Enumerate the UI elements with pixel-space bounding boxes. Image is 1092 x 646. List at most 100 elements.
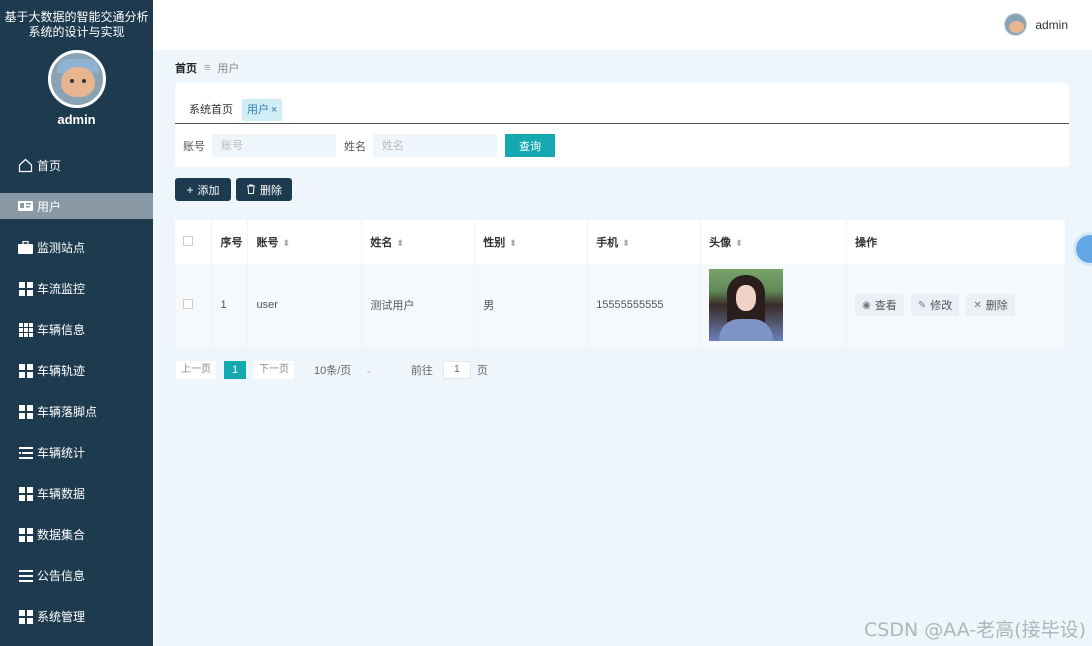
sort-icon[interactable]: ⬍ <box>735 238 743 248</box>
grid-icon <box>18 486 33 501</box>
next-page-button[interactable]: 下一页 <box>254 361 294 379</box>
chevron-down-icon: ⌄ <box>365 364 373 375</box>
watermark: CSDN @AA-老高(接毕设) <box>864 619 1086 641</box>
edit-button[interactable]: ✎ 修改 <box>910 294 960 316</box>
sidebar-item-label: 车流监控 <box>37 282 86 296</box>
table-row: 1 user 测试用户 男 15555555555 ◉ 查看 ✎ 修改 ✕ 删除 <box>175 264 1066 346</box>
breadcrumb: 首页 ≡ 用户 <box>175 60 239 76</box>
view-button-label: 查看 <box>874 300 897 312</box>
floating-action-button[interactable] <box>1073 232 1092 266</box>
close-icon: ✕ <box>973 299 982 311</box>
sidebar-item-label: 车辆信息 <box>37 323 86 337</box>
avatar-body <box>719 319 774 341</box>
column-header-account[interactable]: 账号 ⬍ <box>247 220 363 264</box>
sidebar-item-vehicle-stops[interactable]: 车辆落脚点 <box>0 391 153 432</box>
name-label: 姓名 <box>344 140 366 153</box>
sidebar-item-notices[interactable]: 公告信息 <box>0 555 153 596</box>
select-all-checkbox[interactable] <box>183 235 193 246</box>
sidebar-item-label: 系统管理 <box>37 610 86 624</box>
sort-icon[interactable]: ⬍ <box>622 238 630 248</box>
avatar-face <box>60 67 95 97</box>
page-size-select[interactable]: 10条/页 ⌄ <box>314 362 373 378</box>
tab-label: 用户 <box>247 104 269 116</box>
delete-row-button[interactable]: ✕ 删除 <box>966 294 1015 316</box>
eye-icon: ◉ <box>862 299 871 311</box>
cell-avatar <box>700 264 848 346</box>
user-menu[interactable]: admin <box>1004 13 1068 36</box>
cell-name: 测试用户 <box>361 264 476 346</box>
column-header-index: 序号 <box>211 220 249 264</box>
sidebar-item-stations[interactable]: 监测站点 <box>0 227 153 268</box>
name-search-input[interactable] <box>373 134 497 157</box>
search-card: 系统首页 用户× 账号 姓名 查询 <box>175 83 1069 167</box>
top-username: admin <box>1035 17 1068 32</box>
sidebar-item-users[interactable]: 用户 <box>0 193 153 219</box>
sidebar-item-dataset[interactable]: 数据集合 <box>0 514 153 555</box>
grid-icon <box>18 363 33 378</box>
system-title: 基于大数据的智能交通分析系统的设计与实现 <box>4 10 149 39</box>
breadcrumb-separator-icon: ≡ <box>204 62 211 74</box>
menu-icon <box>18 568 33 583</box>
sidebar-item-vehicle-track[interactable]: 车辆轨迹 <box>0 350 153 391</box>
account-search-input[interactable] <box>212 134 336 157</box>
id-card-icon <box>18 199 33 214</box>
sidebar-item-label: 用户 <box>37 199 62 214</box>
grid-9-icon <box>18 322 33 337</box>
sidebar-item-system[interactable]: 系统管理 <box>0 596 153 637</box>
tab-label: 系统首页 <box>189 104 233 116</box>
close-icon[interactable]: × <box>271 104 277 116</box>
search-row: 账号 姓名 查询 <box>183 134 555 157</box>
batch-delete-button[interactable]: 删除 <box>236 178 292 201</box>
sidebar-item-vehicle-stats[interactable]: 车辆统计 <box>0 432 153 473</box>
cell-gender: 男 <box>474 264 589 346</box>
sidebar-item-home[interactable]: 首页 <box>0 145 153 186</box>
sidebar-menu: 首页 用户 监测站点 车流监控 车辆信息 车辆轨迹 车辆落脚点 车辆统计 车辆数… <box>0 145 153 637</box>
sidebar-item-label: 监测站点 <box>37 241 86 255</box>
cell-phone: 15555555555 <box>587 264 702 346</box>
tab-users[interactable]: 用户 × <box>242 99 283 121</box>
avatar[interactable] <box>47 50 106 108</box>
sidebar-item-vehicle-data[interactable]: 车辆数据 <box>0 473 153 514</box>
prev-page-button[interactable]: 上一页 <box>176 361 216 379</box>
sort-icon[interactable]: ⬍ <box>509 238 517 248</box>
page-number-current[interactable]: 1 <box>224 361 246 379</box>
column-header-gender[interactable]: 性别 ⬍ <box>474 220 589 264</box>
grid-icon <box>18 281 33 296</box>
sort-icon[interactable]: ⬍ <box>282 238 290 248</box>
sidebar-item-label: 首页 <box>37 159 62 173</box>
sidebar-item-label: 车辆统计 <box>37 446 86 460</box>
column-header-phone[interactable]: 手机 ⬍ <box>587 220 702 264</box>
top-bar: admin <box>153 0 1092 50</box>
column-header-avatar[interactable]: 头像 ⬍ <box>700 220 848 264</box>
view-button[interactable]: ◉ 查看 <box>855 294 904 316</box>
column-header-name[interactable]: 姓名 ⬍ <box>361 220 476 264</box>
row-checkbox[interactable] <box>183 298 193 309</box>
sidebar-item-label: 车辆落脚点 <box>37 405 98 419</box>
delete-button-label: 删除 <box>260 184 282 197</box>
plus-icon: + <box>186 182 194 197</box>
breadcrumb-current: 用户 <box>217 63 240 75</box>
tab-home[interactable]: 系统首页 <box>184 99 238 121</box>
goto-label: 前往 <box>410 365 433 377</box>
goto-page-input[interactable]: 1 <box>442 361 471 379</box>
column-header-actions: 操作 <box>846 220 1066 264</box>
user-avatar-image[interactable] <box>709 269 784 341</box>
select-all-cell <box>175 220 213 264</box>
delete-row-button-label: 删除 <box>985 300 1008 312</box>
avatar-eye <box>69 79 74 83</box>
query-button[interactable]: 查询 <box>505 134 555 157</box>
avatar <box>1004 13 1028 36</box>
grid-icon <box>18 609 33 624</box>
avatar-face <box>736 285 757 311</box>
table-header-row: 序号 账号 ⬍ 姓名 ⬍ 性别 ⬍ 手机 ⬍ 头像 ⬍ 操作 <box>175 220 1066 264</box>
sidebar-item-vehicle-info[interactable]: 车辆信息 <box>0 309 153 350</box>
sort-icon[interactable]: ⬍ <box>396 238 404 248</box>
sidebar-username: admin <box>57 112 96 127</box>
breadcrumb-home[interactable]: 首页 <box>175 60 197 76</box>
sidebar-item-traffic-monitor[interactable]: 车流监控 <box>0 268 153 309</box>
account-label: 账号 <box>183 140 205 153</box>
add-button[interactable]: + 添加 <box>175 178 231 201</box>
page-size-value: 10条/页 <box>314 365 352 377</box>
sidebar: 基于大数据的智能交通分析系统的设计与实现 admin 首页 用户 监测站点 车流… <box>0 0 153 646</box>
users-table: 序号 账号 ⬍ 姓名 ⬍ 性别 ⬍ 手机 ⬍ 头像 ⬍ 操作 1 user 测试用户 男 … <box>175 220 1066 346</box>
